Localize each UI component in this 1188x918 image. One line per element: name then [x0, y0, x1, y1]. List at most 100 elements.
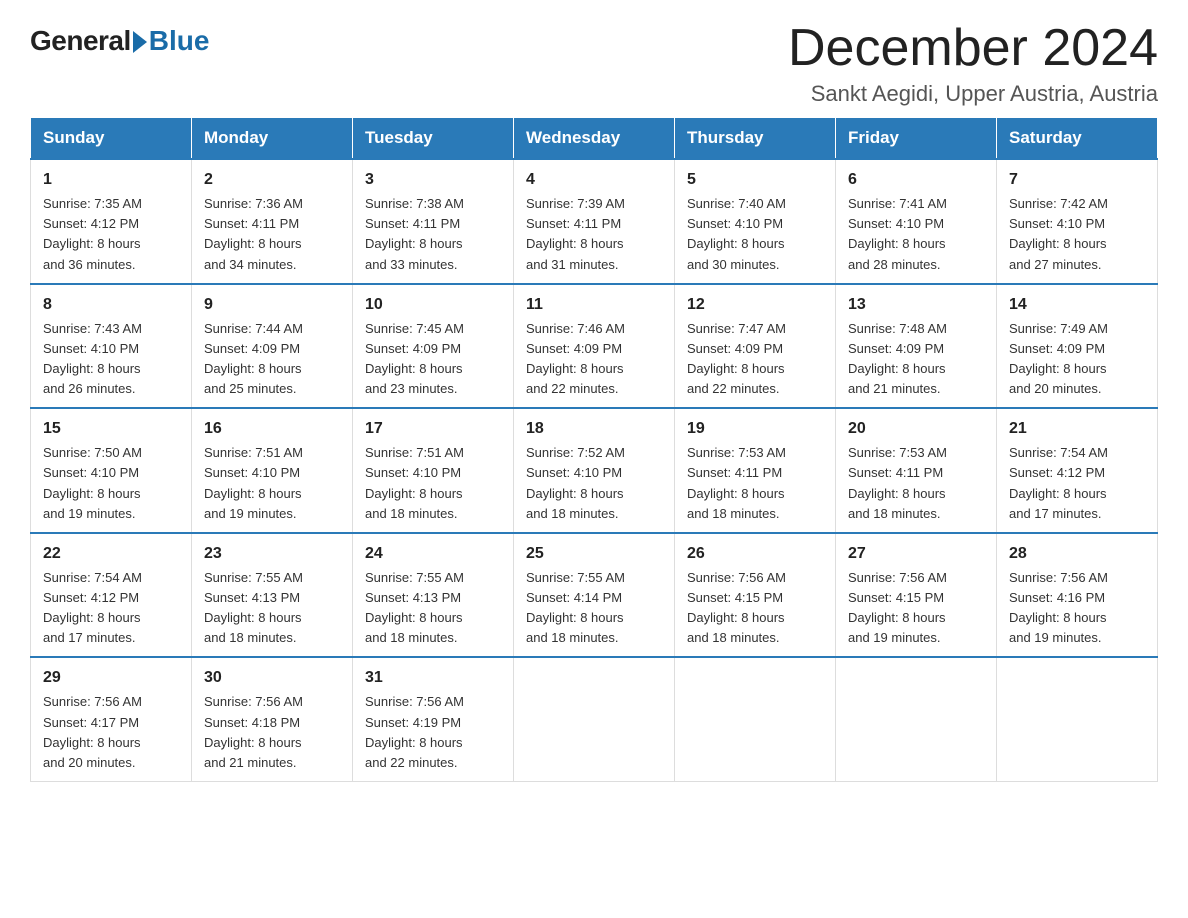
day-number: 30 [204, 666, 340, 690]
calendar-cell: 10Sunrise: 7:45 AMSunset: 4:09 PMDayligh… [353, 284, 514, 409]
logo-blue-text: Blue [149, 25, 210, 57]
day-info: Sunrise: 7:40 AMSunset: 4:10 PMDaylight:… [687, 194, 823, 275]
day-info: Sunrise: 7:47 AMSunset: 4:09 PMDaylight:… [687, 319, 823, 400]
day-info: Sunrise: 7:43 AMSunset: 4:10 PMDaylight:… [43, 319, 179, 400]
day-number: 2 [204, 168, 340, 192]
col-friday: Friday [836, 118, 997, 160]
day-number: 21 [1009, 417, 1145, 441]
calendar-cell: 8Sunrise: 7:43 AMSunset: 4:10 PMDaylight… [31, 284, 192, 409]
calendar-cell: 20Sunrise: 7:53 AMSunset: 4:11 PMDayligh… [836, 408, 997, 533]
day-info: Sunrise: 7:51 AMSunset: 4:10 PMDaylight:… [204, 443, 340, 524]
day-number: 11 [526, 293, 662, 317]
location-subtitle: Sankt Aegidi, Upper Austria, Austria [788, 81, 1158, 107]
calendar-cell: 24Sunrise: 7:55 AMSunset: 4:13 PMDayligh… [353, 533, 514, 658]
page-header: General Blue December 2024 Sankt Aegidi,… [30, 20, 1158, 107]
day-number: 17 [365, 417, 501, 441]
day-number: 18 [526, 417, 662, 441]
day-info: Sunrise: 7:45 AMSunset: 4:09 PMDaylight:… [365, 319, 501, 400]
logo: General Blue [30, 20, 209, 57]
day-number: 22 [43, 542, 179, 566]
calendar-cell [836, 657, 997, 781]
day-info: Sunrise: 7:56 AMSunset: 4:15 PMDaylight:… [687, 568, 823, 649]
day-info: Sunrise: 7:55 AMSunset: 4:14 PMDaylight:… [526, 568, 662, 649]
day-info: Sunrise: 7:41 AMSunset: 4:10 PMDaylight:… [848, 194, 984, 275]
col-sunday: Sunday [31, 118, 192, 160]
day-number: 31 [365, 666, 501, 690]
title-block: December 2024 Sankt Aegidi, Upper Austri… [788, 20, 1158, 107]
day-info: Sunrise: 7:44 AMSunset: 4:09 PMDaylight:… [204, 319, 340, 400]
calendar-cell: 23Sunrise: 7:55 AMSunset: 4:13 PMDayligh… [192, 533, 353, 658]
day-number: 5 [687, 168, 823, 192]
day-info: Sunrise: 7:39 AMSunset: 4:11 PMDaylight:… [526, 194, 662, 275]
calendar-cell: 19Sunrise: 7:53 AMSunset: 4:11 PMDayligh… [675, 408, 836, 533]
day-info: Sunrise: 7:36 AMSunset: 4:11 PMDaylight:… [204, 194, 340, 275]
calendar-cell: 16Sunrise: 7:51 AMSunset: 4:10 PMDayligh… [192, 408, 353, 533]
col-wednesday: Wednesday [514, 118, 675, 160]
calendar-cell: 27Sunrise: 7:56 AMSunset: 4:15 PMDayligh… [836, 533, 997, 658]
calendar-cell: 9Sunrise: 7:44 AMSunset: 4:09 PMDaylight… [192, 284, 353, 409]
calendar-cell [675, 657, 836, 781]
day-number: 15 [43, 417, 179, 441]
calendar-cell: 14Sunrise: 7:49 AMSunset: 4:09 PMDayligh… [997, 284, 1158, 409]
day-number: 10 [365, 293, 501, 317]
day-info: Sunrise: 7:55 AMSunset: 4:13 PMDaylight:… [365, 568, 501, 649]
day-info: Sunrise: 7:46 AMSunset: 4:09 PMDaylight:… [526, 319, 662, 400]
day-info: Sunrise: 7:54 AMSunset: 4:12 PMDaylight:… [43, 568, 179, 649]
day-number: 1 [43, 168, 179, 192]
calendar-cell: 4Sunrise: 7:39 AMSunset: 4:11 PMDaylight… [514, 159, 675, 284]
col-tuesday: Tuesday [353, 118, 514, 160]
day-info: Sunrise: 7:42 AMSunset: 4:10 PMDaylight:… [1009, 194, 1145, 275]
day-number: 29 [43, 666, 179, 690]
day-number: 23 [204, 542, 340, 566]
day-info: Sunrise: 7:51 AMSunset: 4:10 PMDaylight:… [365, 443, 501, 524]
calendar-week-row: 8Sunrise: 7:43 AMSunset: 4:10 PMDaylight… [31, 284, 1158, 409]
calendar-cell: 30Sunrise: 7:56 AMSunset: 4:18 PMDayligh… [192, 657, 353, 781]
col-saturday: Saturday [997, 118, 1158, 160]
day-info: Sunrise: 7:48 AMSunset: 4:09 PMDaylight:… [848, 319, 984, 400]
calendar-week-row: 1Sunrise: 7:35 AMSunset: 4:12 PMDaylight… [31, 159, 1158, 284]
day-info: Sunrise: 7:56 AMSunset: 4:15 PMDaylight:… [848, 568, 984, 649]
day-number: 4 [526, 168, 662, 192]
calendar-cell: 12Sunrise: 7:47 AMSunset: 4:09 PMDayligh… [675, 284, 836, 409]
col-monday: Monday [192, 118, 353, 160]
calendar-week-row: 15Sunrise: 7:50 AMSunset: 4:10 PMDayligh… [31, 408, 1158, 533]
calendar-header: Sunday Monday Tuesday Wednesday Thursday… [31, 118, 1158, 160]
day-info: Sunrise: 7:54 AMSunset: 4:12 PMDaylight:… [1009, 443, 1145, 524]
calendar-cell: 18Sunrise: 7:52 AMSunset: 4:10 PMDayligh… [514, 408, 675, 533]
day-info: Sunrise: 7:50 AMSunset: 4:10 PMDaylight:… [43, 443, 179, 524]
days-of-week-row: Sunday Monday Tuesday Wednesday Thursday… [31, 118, 1158, 160]
col-thursday: Thursday [675, 118, 836, 160]
calendar-cell: 17Sunrise: 7:51 AMSunset: 4:10 PMDayligh… [353, 408, 514, 533]
calendar-cell: 28Sunrise: 7:56 AMSunset: 4:16 PMDayligh… [997, 533, 1158, 658]
day-info: Sunrise: 7:56 AMSunset: 4:18 PMDaylight:… [204, 692, 340, 773]
day-number: 27 [848, 542, 984, 566]
month-title: December 2024 [788, 20, 1158, 77]
calendar-cell: 25Sunrise: 7:55 AMSunset: 4:14 PMDayligh… [514, 533, 675, 658]
day-number: 12 [687, 293, 823, 317]
calendar-cell: 6Sunrise: 7:41 AMSunset: 4:10 PMDaylight… [836, 159, 997, 284]
calendar-body: 1Sunrise: 7:35 AMSunset: 4:12 PMDaylight… [31, 159, 1158, 781]
day-info: Sunrise: 7:49 AMSunset: 4:09 PMDaylight:… [1009, 319, 1145, 400]
calendar-week-row: 22Sunrise: 7:54 AMSunset: 4:12 PMDayligh… [31, 533, 1158, 658]
day-info: Sunrise: 7:56 AMSunset: 4:16 PMDaylight:… [1009, 568, 1145, 649]
calendar-cell: 1Sunrise: 7:35 AMSunset: 4:12 PMDaylight… [31, 159, 192, 284]
calendar-cell [997, 657, 1158, 781]
day-number: 24 [365, 542, 501, 566]
day-info: Sunrise: 7:35 AMSunset: 4:12 PMDaylight:… [43, 194, 179, 275]
calendar-cell: 15Sunrise: 7:50 AMSunset: 4:10 PMDayligh… [31, 408, 192, 533]
logo-general-text: General [30, 25, 131, 57]
calendar-week-row: 29Sunrise: 7:56 AMSunset: 4:17 PMDayligh… [31, 657, 1158, 781]
day-number: 20 [848, 417, 984, 441]
day-info: Sunrise: 7:55 AMSunset: 4:13 PMDaylight:… [204, 568, 340, 649]
calendar-cell: 31Sunrise: 7:56 AMSunset: 4:19 PMDayligh… [353, 657, 514, 781]
day-number: 26 [687, 542, 823, 566]
calendar-cell: 3Sunrise: 7:38 AMSunset: 4:11 PMDaylight… [353, 159, 514, 284]
calendar-cell: 26Sunrise: 7:56 AMSunset: 4:15 PMDayligh… [675, 533, 836, 658]
day-number: 6 [848, 168, 984, 192]
day-number: 9 [204, 293, 340, 317]
calendar-cell: 29Sunrise: 7:56 AMSunset: 4:17 PMDayligh… [31, 657, 192, 781]
day-info: Sunrise: 7:53 AMSunset: 4:11 PMDaylight:… [848, 443, 984, 524]
day-info: Sunrise: 7:53 AMSunset: 4:11 PMDaylight:… [687, 443, 823, 524]
day-info: Sunrise: 7:56 AMSunset: 4:17 PMDaylight:… [43, 692, 179, 773]
day-number: 25 [526, 542, 662, 566]
